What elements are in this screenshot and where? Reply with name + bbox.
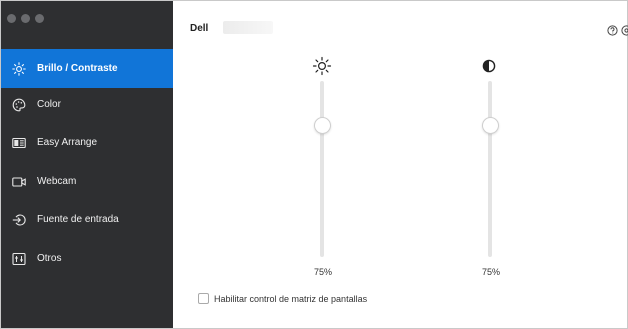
sidebar: Brillo / Contraste Color Easy Arrange We… [1,1,173,328]
sidebar-item-others[interactable]: Otros [1,239,173,278]
sidebar-item-webcam[interactable]: Webcam [1,162,173,201]
contrast-slider-thumb[interactable] [482,116,499,134]
brightness-icon [312,56,332,76]
sidebar-item-label: Easy Arrange [37,137,98,148]
sidebar-item-label: Brillo / Contraste [37,63,118,74]
brightness-slider-thumb[interactable] [314,116,331,134]
app-window: Brillo / Contraste Color Easy Arrange We… [0,0,628,329]
palette-icon [12,98,26,112]
help-icon[interactable] [607,23,618,36]
zoom-window-button[interactable] [35,14,44,23]
brightness-icon [12,61,26,76]
sidebar-item-label: Otros [37,253,62,264]
brightness-value: 75% [314,267,333,277]
matrix-control-checkbox[interactable] [198,293,209,304]
brightness-slider-track[interactable] [320,81,324,257]
layout-icon [12,136,26,150]
sidebar-item-input-source[interactable]: Fuente de entrada [1,200,173,239]
close-window-button[interactable] [7,14,16,23]
matrix-control-option[interactable]: Habilitar control de matriz de pantallas [198,293,367,304]
device-model-redacted [223,21,273,34]
input-source-icon [12,213,26,227]
others-icon [12,252,26,266]
sidebar-item-label: Fuente de entrada [37,214,119,225]
sidebar-item-label: Color [37,99,61,110]
settings-icon[interactable] [621,23,628,36]
main-panel: Dell 75% 75% Habilitar control de matriz… [173,1,628,328]
contrast-slider-track[interactable] [488,81,492,257]
sidebar-item-color[interactable]: Color [1,85,173,124]
device-name: Dell [190,23,209,34]
minimize-window-button[interactable] [21,14,30,23]
contrast-icon [479,56,499,76]
sidebar-item-easy-arrange[interactable]: Easy Arrange [1,123,173,162]
window-controls [7,10,49,28]
webcam-icon [12,175,26,189]
sidebar-item-label: Webcam [37,176,77,187]
sidebar-item-brightness-contrast[interactable]: Brillo / Contraste [1,49,173,88]
matrix-control-label: Habilitar control de matriz de pantallas [214,293,368,304]
contrast-value: 75% [482,267,501,277]
